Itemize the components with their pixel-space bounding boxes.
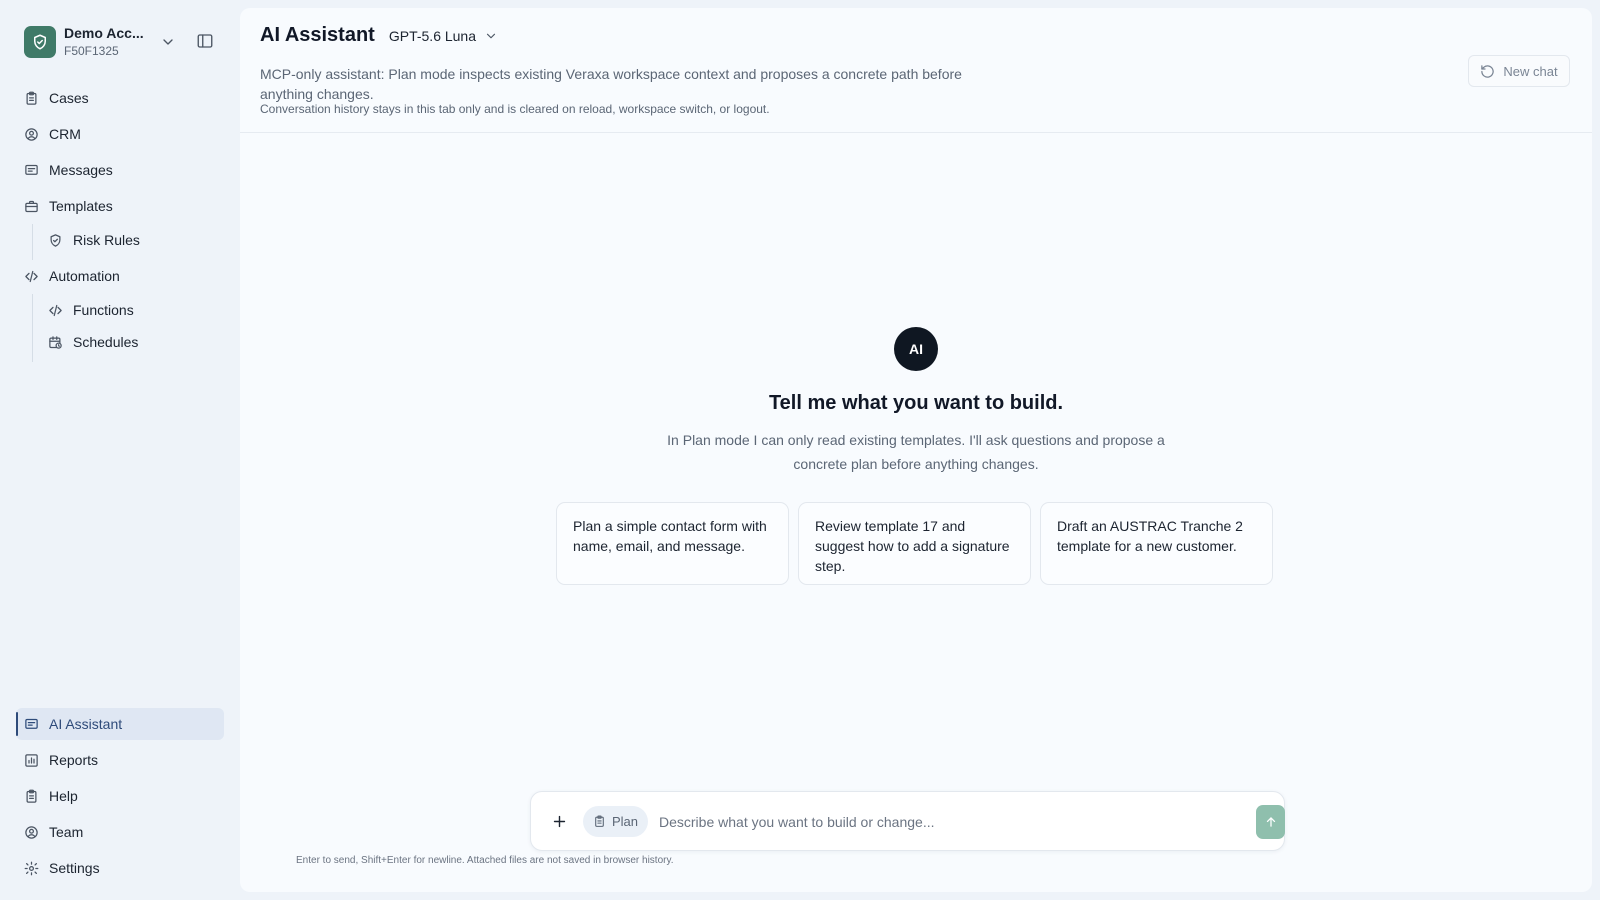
sidebar-item-label: Cases — [49, 90, 89, 106]
page-description: MCP-only assistant: Plan mode inspects e… — [260, 66, 962, 102]
sidebar-item-settings[interactable]: Settings — [16, 852, 224, 884]
sidebar-nav-bottom: AI Assistant Reports Help Team Settings — [16, 708, 224, 888]
send-button[interactable] — [1256, 805, 1285, 839]
empty-state-title: Tell me what you want to build. — [768, 392, 1064, 414]
sidebar-item-schedules[interactable]: Schedules — [32, 326, 224, 362]
chevron-down-icon — [476, 29, 498, 43]
sidebar-item-label: Schedules — [73, 334, 139, 350]
empty-state-subtitle: In Plan mode I can only read existing te… — [667, 432, 1165, 472]
sidebar-item-label: Templates — [49, 198, 113, 214]
sidebar-item-functions[interactable]: Functions — [32, 294, 224, 330]
sidebar-item-messages[interactable]: Messages — [16, 154, 224, 186]
message-icon — [24, 163, 39, 178]
suggestion-list: Plan a simple contact form with name, em… — [556, 502, 1282, 585]
sidebar-item-ai-assistant[interactable]: AI Assistant — [16, 708, 224, 740]
sidebar-item-label: Team — [49, 824, 84, 840]
sidebar-item-label: CRM — [49, 126, 81, 142]
user-circle-icon — [24, 825, 39, 840]
shield-icon — [48, 233, 63, 248]
sidebar-item-label: Functions — [73, 302, 134, 318]
clipboard-icon — [24, 789, 39, 804]
sidebar-item-label: Risk Rules — [73, 232, 140, 248]
message-icon — [24, 717, 39, 732]
ai-avatar: AI — [894, 327, 938, 371]
sidebar-item-label: Settings — [49, 860, 100, 876]
sidebar-item-label: AI Assistant — [49, 716, 123, 732]
code-icon — [24, 269, 39, 284]
sidebar-item-cases[interactable]: Cases — [16, 82, 224, 114]
page-header: AI Assistant GPT-5.6 Luna MCP-only assis… — [240, 8, 1592, 133]
sidebar-item-label: Automation — [49, 268, 120, 284]
gear-icon — [24, 861, 39, 876]
sidebar-item-help[interactable]: Help — [16, 780, 224, 812]
suggestion-card[interactable]: Plan a simple contact form with name, em… — [556, 502, 789, 585]
plus-icon[interactable] — [551, 813, 568, 830]
sidebar: Demo Acc... F50F1325 Cases CRM Messages … — [0, 0, 238, 900]
chevron-down-icon[interactable] — [160, 34, 176, 50]
shield-logo-icon — [24, 26, 56, 58]
suggestion-card[interactable]: Review template 17 and suggest how to ad… — [798, 502, 1031, 585]
account-switcher[interactable]: Demo Acc... F50F1325 — [24, 24, 220, 60]
sidebar-item-label: Messages — [49, 162, 113, 178]
title-row: AI Assistant GPT-5.6 Luna — [260, 24, 498, 47]
sidebar-item-label: Reports — [49, 752, 99, 768]
clipboard-icon — [593, 815, 612, 828]
sidebar-item-templates[interactable]: Templates — [16, 190, 224, 222]
sidebar-item-label: Help — [49, 788, 78, 804]
user-circle-icon — [24, 127, 39, 142]
sidebar-item-reports[interactable]: Reports — [16, 744, 224, 776]
composer-hint: Enter to send, Shift+Enter for newline. … — [296, 855, 674, 866]
clipboard-icon — [24, 91, 39, 106]
account-info: Demo Acc... F50F1325 — [64, 25, 152, 59]
history-note: Conversation history stays in this tab o… — [260, 102, 770, 116]
model-select-label: GPT-5.6 Luna — [388, 27, 477, 44]
suggestion-card[interactable]: Draft an AUSTRAC Tranche 2 template for … — [1040, 502, 1273, 585]
message-input[interactable] — [659, 804, 1239, 840]
sidebar-item-crm[interactable]: CRM — [16, 118, 224, 150]
model-select[interactable]: GPT-5.6 Luna — [389, 28, 498, 44]
bar-chart-icon — [24, 753, 39, 768]
plan-mode-label: Plan — [611, 814, 639, 829]
account-id: F50F1325 — [64, 44, 119, 58]
composer: Plan — [530, 791, 1285, 851]
account-name: Demo Acc... — [64, 25, 144, 41]
new-chat-button[interactable]: New chat — [1468, 55, 1570, 87]
plan-mode-chip[interactable]: Plan — [583, 806, 648, 837]
sidebar-item-team[interactable]: Team — [16, 816, 224, 848]
main-panel: AI Assistant GPT-5.6 Luna MCP-only assis… — [240, 8, 1592, 892]
briefcase-icon — [24, 199, 39, 214]
sidebar-item-risk-rules[interactable]: Risk Rules — [32, 224, 224, 260]
refresh-icon — [1480, 64, 1503, 79]
page-title: AI Assistant — [260, 24, 375, 46]
code-icon — [48, 303, 63, 318]
sidebar-item-automation[interactable]: Automation — [16, 260, 224, 292]
sidebar-toggle-icon[interactable] — [196, 32, 214, 50]
sidebar-nav: Cases CRM Messages Templates Risk Rules — [16, 82, 224, 362]
new-chat-label: New chat — [1503, 63, 1558, 79]
arrow-up-icon — [1264, 815, 1278, 829]
calendar-clock-icon — [48, 335, 63, 350]
